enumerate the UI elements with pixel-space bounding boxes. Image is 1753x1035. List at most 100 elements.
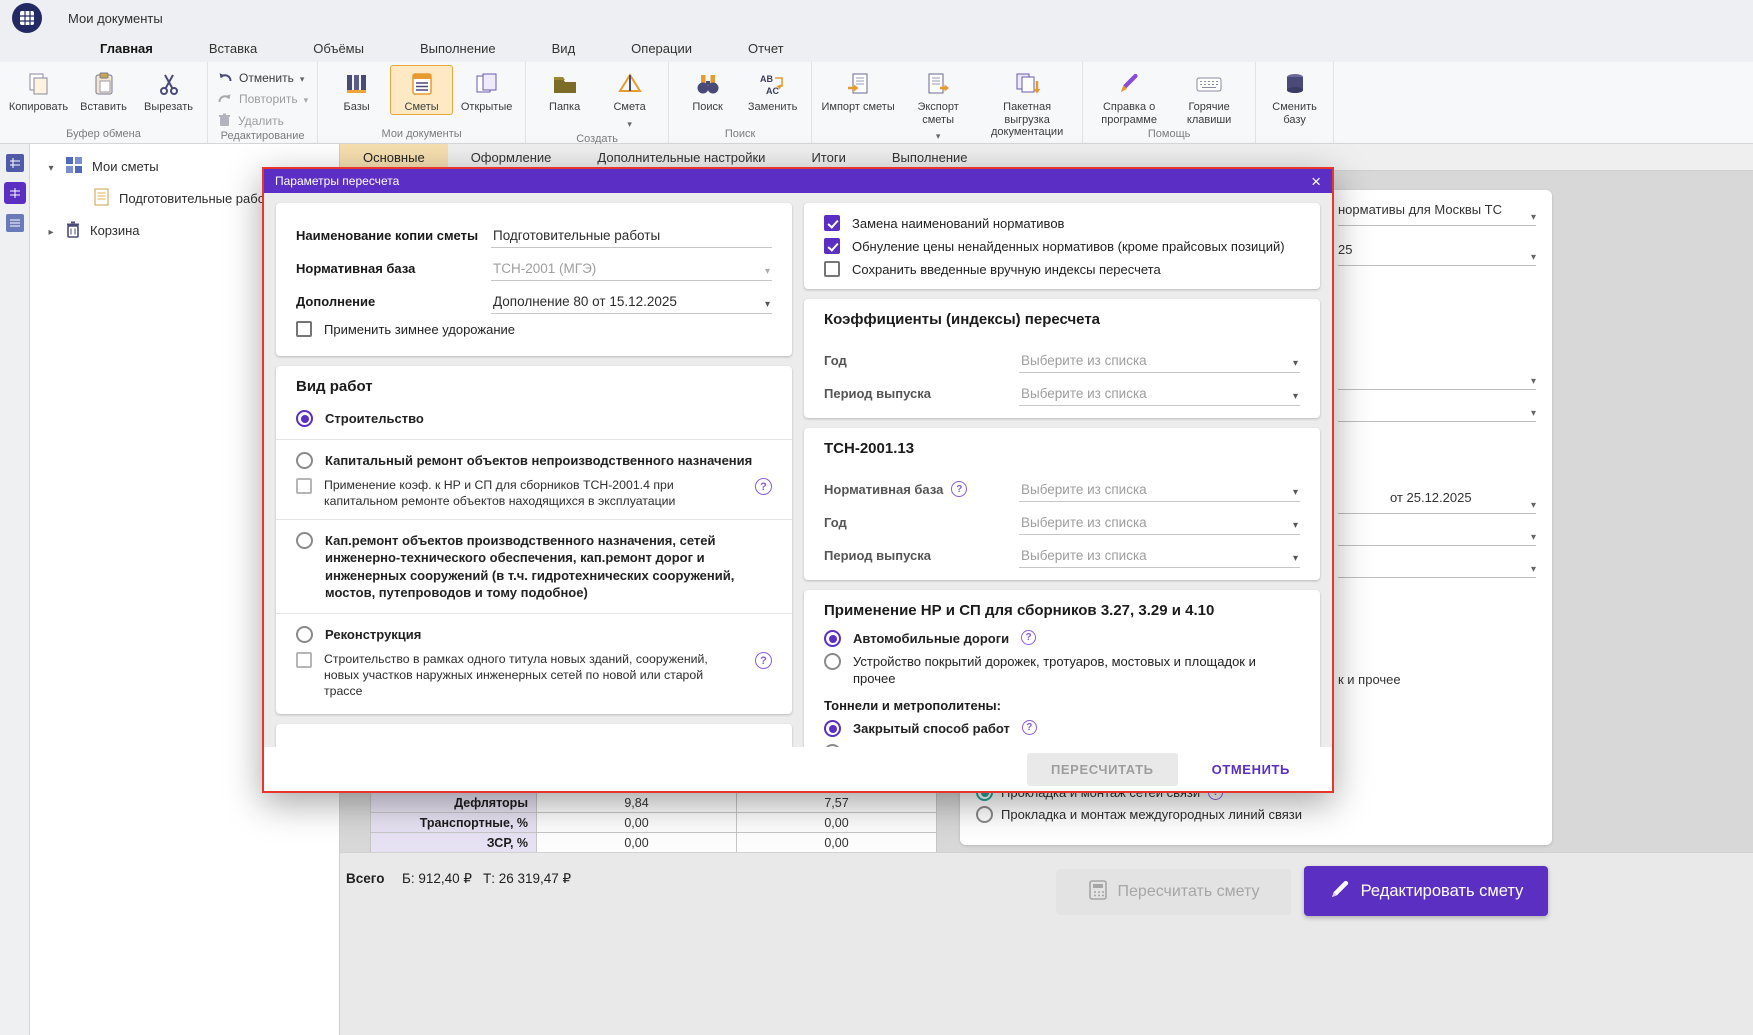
option-rename[interactable]: Замена наименований нормативов	[824, 215, 1300, 231]
tab-obyomy[interactable]: Объёмы	[285, 36, 392, 62]
table-cell[interactable]: 0,00	[737, 833, 937, 853]
hotkeys-button[interactable]: Горячие клавиши	[1170, 65, 1248, 127]
option-zero-price[interactable]: Обнуление цены ненайденных нормативов (к…	[824, 238, 1300, 254]
coeff-year-select[interactable]: Выберите из списка	[1019, 353, 1300, 373]
bg-supplement-select[interactable]: 25	[1338, 242, 1536, 266]
recalc-params-dialog: Параметры пересчета Наименование копии с…	[262, 167, 1334, 793]
new-folder-button[interactable]: Папка	[533, 65, 596, 115]
radio-selected-icon[interactable]	[824, 630, 841, 647]
help-icon[interactable]	[755, 478, 772, 495]
about-button[interactable]: Справка о программе	[1090, 65, 1168, 127]
radio-icon[interactable]	[296, 626, 313, 643]
basis-card: Основание Письмо или приказ Материалы Об…	[276, 724, 792, 747]
help-icon[interactable]	[951, 481, 967, 497]
tsn-period-label: Период выпуска	[824, 548, 1019, 568]
chevron-down-icon	[765, 262, 770, 277]
option-keep-indices[interactable]: Сохранить введенные вручную индексы пере…	[824, 261, 1300, 277]
tab-glavnaya[interactable]: Главная	[72, 36, 181, 62]
table-cell[interactable]: 0,00	[737, 813, 937, 833]
bg-radio-longdistance[interactable]: Прокладка и монтаж междугородных линий с…	[976, 806, 1302, 823]
find-button[interactable]: Поиск	[676, 65, 739, 115]
recalculate-button[interactable]: ПЕРЕСЧИТАТЬ	[1027, 753, 1178, 786]
tsn-year-select[interactable]: Выберите из списка	[1019, 515, 1300, 535]
cut-button[interactable]: Вырезать	[137, 65, 200, 115]
table-row: Дефляторы 9,84 7,57	[371, 793, 937, 813]
redo-button[interactable]: Повторить	[217, 91, 308, 107]
work-type-option-industrial-repair[interactable]: Кап.ремонт объектов производственного на…	[296, 529, 772, 604]
estimates-button[interactable]: Сметы	[390, 65, 453, 115]
radio-icon[interactable]	[296, 452, 313, 469]
bg-select-6[interactable]	[1338, 522, 1536, 546]
nrsp-option-pavements[interactable]: Устройство покрытий дорожек, тротуаров, …	[824, 650, 1300, 690]
winter-price-checkbox[interactable]	[296, 321, 312, 337]
estimate-name-input[interactable]: Подготовительные работы	[491, 228, 772, 248]
tab-operacii[interactable]: Операции	[603, 36, 720, 62]
chevron-right-icon[interactable]	[46, 223, 56, 238]
undo-button[interactable]: Отменить	[217, 70, 308, 86]
radio-icon[interactable]	[824, 653, 841, 670]
close-icon[interactable]	[1311, 173, 1321, 190]
work-type-option-reconstruction[interactable]: Реконструкция	[296, 623, 772, 646]
tab-vstavka[interactable]: Вставка	[181, 36, 285, 62]
new-title-checkbox[interactable]	[296, 652, 312, 668]
dialog-titlebar[interactable]: Параметры пересчета	[264, 169, 1332, 193]
work-type-option-construction[interactable]: Строительство	[296, 407, 772, 430]
nrsp-option-roads[interactable]: Автомобильные дороги	[824, 627, 1300, 650]
undo-dropdown-icon[interactable]	[300, 71, 305, 85]
reconstruction-sub-option[interactable]: Строительство в рамках одного титула нов…	[296, 652, 772, 700]
chevron-down-icon	[1293, 483, 1298, 498]
supplement-select[interactable]: Дополнение 80 от 15.12.2025	[491, 294, 772, 314]
tab-vid[interactable]: Вид	[524, 36, 604, 62]
rail-opened-icon[interactable]	[4, 212, 26, 234]
coeff-period-select[interactable]: Выберите из списка	[1019, 386, 1300, 406]
edit-estimate-button[interactable]: Редактировать смету	[1304, 866, 1548, 916]
bg-normative-select[interactable]: нормативы для Москвы ТС	[1338, 202, 1536, 226]
import-estimate-button[interactable]: Импорт сметы	[819, 65, 897, 115]
tsn-base-select[interactable]: Выберите из списка	[1019, 482, 1300, 502]
nrsp-option-closed-method[interactable]: Закрытый способ работ	[824, 717, 1300, 740]
rail-bases-icon[interactable]	[4, 152, 26, 174]
help-icon[interactable]	[1022, 720, 1037, 735]
bg-select-7[interactable]	[1338, 554, 1536, 578]
switch-base-button[interactable]: Сменить базу	[1263, 65, 1326, 127]
copy-button[interactable]: Копировать	[7, 65, 70, 115]
help-icon[interactable]	[1021, 630, 1036, 645]
table-cell[interactable]: 7,57	[737, 793, 937, 813]
tab-vypolnenie[interactable]: Выполнение	[392, 36, 524, 62]
bg-select-4[interactable]	[1338, 398, 1536, 422]
bg-select-3[interactable]	[1338, 366, 1536, 390]
work-type-option-capital-repair[interactable]: Капитальный ремонт объектов непроизводст…	[296, 449, 772, 472]
new-estimate-button[interactable]: Смета	[598, 65, 661, 133]
radio-icon[interactable]	[296, 532, 313, 549]
tsn-period-select[interactable]: Выберите из списка	[1019, 548, 1300, 568]
radio-selected-icon[interactable]	[824, 720, 841, 737]
app-logo-icon[interactable]	[12, 3, 42, 33]
opened-button[interactable]: Открытые	[455, 65, 518, 115]
radio-icon[interactable]	[976, 806, 993, 823]
table-cell[interactable]: 0,00	[537, 833, 737, 853]
new-estimate-dropdown-icon[interactable]	[627, 114, 632, 132]
recalculate-estimate-button[interactable]: Пересчитать смету	[1056, 869, 1291, 915]
chevron-down-icon[interactable]	[46, 159, 56, 174]
cancel-button[interactable]: ОТМЕНИТЬ	[1212, 762, 1290, 777]
replace-button[interactable]: ABAC Заменить	[741, 65, 804, 115]
bases-button[interactable]: Базы	[325, 65, 388, 115]
paste-button[interactable]: Вставить	[72, 65, 135, 115]
radio-selected-icon[interactable]	[296, 410, 313, 427]
tab-otchet[interactable]: Отчет	[720, 36, 812, 62]
group-create: Папка Смета Создать	[526, 62, 669, 143]
delete-button[interactable]: Удалить	[217, 112, 308, 130]
export-estimate-button[interactable]: Экспорт сметы	[899, 65, 977, 145]
table-cell[interactable]: 9,84	[537, 793, 737, 813]
export-dropdown-icon[interactable]	[936, 126, 941, 144]
capital-repair-sub-option[interactable]: Применение коэф. к НР и СП для сборников…	[296, 478, 772, 510]
zero-price-checkbox[interactable]	[824, 238, 840, 254]
keep-indices-checkbox[interactable]	[824, 261, 840, 277]
redo-dropdown-icon[interactable]	[304, 92, 309, 106]
coef-checkbox[interactable]	[296, 478, 312, 494]
rename-checkbox[interactable]	[824, 215, 840, 231]
rail-estimates-icon[interactable]	[4, 182, 26, 204]
bg-date-select[interactable]: от 25.12.2025	[1338, 490, 1536, 514]
table-cell[interactable]: 0,00	[537, 813, 737, 833]
help-icon[interactable]	[755, 652, 772, 669]
